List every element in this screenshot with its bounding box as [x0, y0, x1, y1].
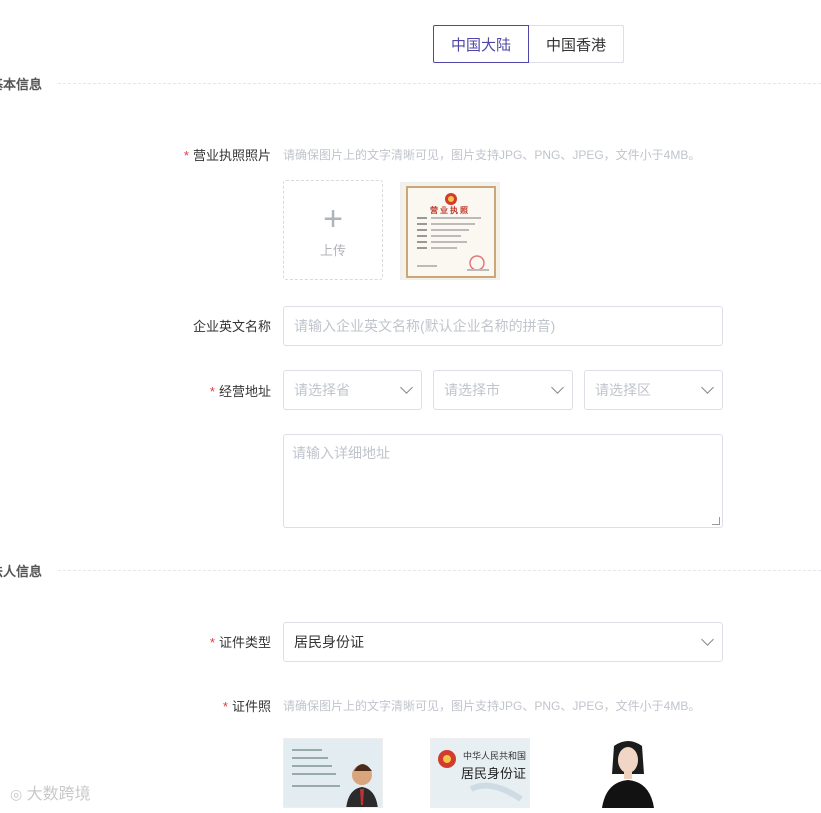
- section-title-legal-rep-info: 法人信息: [0, 564, 43, 579]
- holding-id-photo-thumbnail[interactable]: [580, 738, 680, 808]
- province-select[interactable]: 请选择省: [283, 370, 422, 410]
- tab-mainland-china[interactable]: 中国大陆: [433, 25, 529, 63]
- upload-label: 上传: [319, 242, 346, 258]
- watermark-logo-icon: ◎: [10, 786, 23, 802]
- business-license-label: * 营业执照照片: [183, 148, 271, 163]
- license-title: 营业执照: [430, 206, 470, 215]
- business-license-hint: 请确保图片上的文字清晰可见，图片支持JPG、PNG、JPEG，文件小于4MB。: [283, 148, 701, 162]
- english-name-input[interactable]: 请输入企业英文名称(默认企业名称的拼音): [283, 306, 723, 346]
- chevron-down-icon: [551, 381, 564, 394]
- id-type-select[interactable]: 居民身份证: [283, 622, 723, 662]
- id-card-front-thumbnail[interactable]: [283, 738, 383, 808]
- business-license-thumbnail[interactable]: 营业执照: [400, 182, 500, 280]
- required-mark: *: [209, 384, 215, 399]
- business-license-upload-button[interactable]: + 上传: [283, 180, 383, 280]
- holding-id-person-image: [580, 738, 680, 808]
- section-title-basic-info: 基本信息: [0, 77, 43, 92]
- required-mark: *: [209, 635, 215, 650]
- required-mark: *: [222, 699, 228, 714]
- id-card-back-title-line2: 居民身份证: [461, 767, 527, 782]
- detail-address-textarea[interactable]: 请输入详细地址: [283, 434, 723, 528]
- district-select[interactable]: 请选择区: [584, 370, 723, 410]
- id-photo-label: * 证件照: [222, 699, 271, 714]
- id-card-front-image: [284, 739, 382, 807]
- chevron-down-icon: [701, 633, 714, 646]
- section-divider: [58, 570, 821, 571]
- id-card-back-title-line1: 中华人民共和国: [463, 752, 527, 762]
- english-name-label: 企业英文名称: [192, 319, 271, 334]
- city-select[interactable]: 请选择市: [433, 370, 573, 410]
- chevron-down-icon: [701, 381, 714, 394]
- resize-handle-icon[interactable]: [712, 517, 720, 525]
- section-divider: [58, 83, 821, 84]
- id-photo-hint: 请确保图片上的文字清晰可见，图片支持JPG、PNG、JPEG，文件小于4MB。: [283, 699, 701, 713]
- address-label: * 经营地址: [209, 384, 271, 399]
- chevron-down-icon: [400, 381, 413, 394]
- plus-icon: +: [323, 199, 343, 238]
- watermark: ◎ 大数跨境: [10, 786, 91, 803]
- business-license-image: [401, 183, 499, 279]
- id-type-label: * 证件类型: [209, 635, 271, 650]
- id-card-back-thumbnail[interactable]: 中华人民共和国 居民身份证: [430, 738, 530, 808]
- required-mark: *: [183, 148, 189, 163]
- tab-hong-kong[interactable]: 中国香港: [528, 25, 624, 63]
